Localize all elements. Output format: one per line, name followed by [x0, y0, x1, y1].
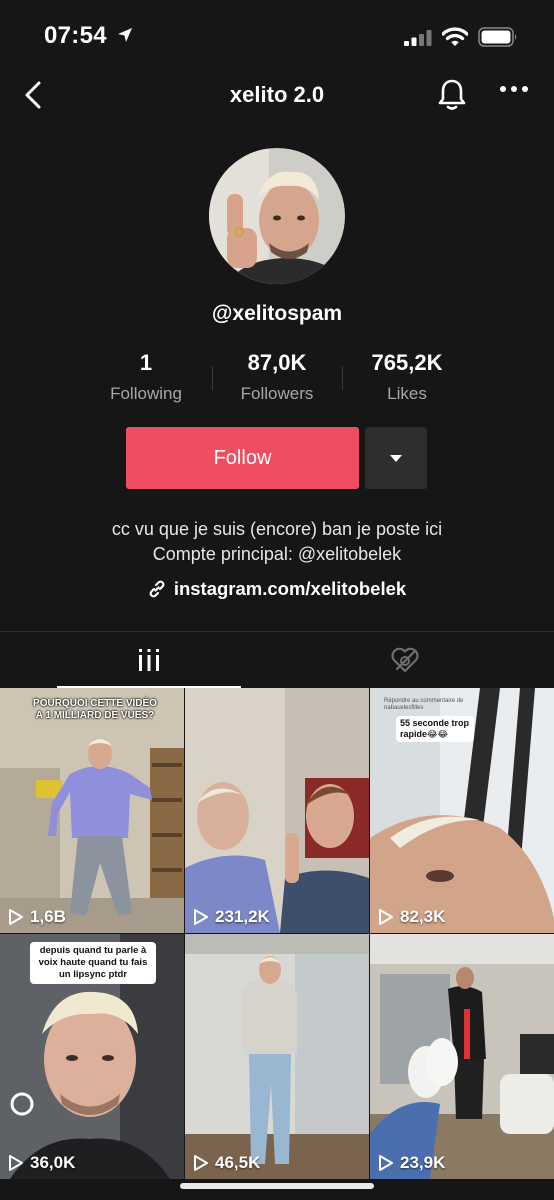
video-thumbnail[interactable]: depuis quand tu parle à voix haute quand…	[0, 934, 184, 1179]
link-text: instagram.com/xelitobelek	[173, 578, 407, 599]
tab-liked-private[interactable]	[313, 632, 497, 688]
play-icon	[379, 909, 393, 925]
view-count: 82,3K	[378, 907, 445, 927]
status-bar: 07:54	[0, 0, 554, 70]
video-caption: POURQUOI CETTE VIDÉO A 1 MILLIARD DE VUE…	[33, 698, 157, 721]
video-thumbnail[interactable]: Répondre au commentaire de nabauxlesfill…	[370, 688, 554, 933]
video-thumbnail[interactable]: POURQUOI CETTE VIDÉO A 1 MILLIARD DE VUE…	[0, 688, 184, 933]
profile-link[interactable]: instagram.com/xelitobelek	[0, 578, 554, 600]
view-count-text: 23,9K	[400, 1153, 446, 1172]
stat-label: Following	[110, 384, 182, 403]
view-count: 46,5K	[193, 1153, 260, 1173]
page-title: xelito 2.0	[229, 82, 325, 107]
profile-username: @xelitospam	[211, 302, 343, 325]
view-count-text: 82,3K	[400, 907, 446, 926]
view-count-text: 46,5K	[215, 1153, 261, 1172]
caret-down-icon	[390, 454, 402, 462]
stat-label: Likes	[387, 384, 427, 403]
stat-following[interactable]: 1 Following	[81, 350, 211, 404]
video-caption-reply: Répondre au commentaire de nabauxlesfill…	[384, 698, 464, 711]
location-arrow-icon	[118, 28, 132, 42]
videos-grid-icon	[139, 649, 159, 671]
avatar[interactable]	[209, 148, 345, 284]
battery-icon	[478, 27, 517, 47]
stat-value: 1	[139, 350, 153, 375]
tab-videos[interactable]	[57, 632, 241, 688]
bio-line: cc vu que je suis (encore) ban je poste …	[111, 519, 443, 539]
stat-likes[interactable]: 765,2K Likes	[342, 350, 472, 404]
link-icon	[149, 580, 165, 598]
follow-button[interactable]: Follow	[126, 427, 359, 489]
stat-value: 87,0K	[247, 350, 307, 375]
bio-line: Compte principal: @xelitobelek	[152, 544, 402, 564]
stat-followers[interactable]: 87,0K Followers	[212, 350, 342, 404]
view-count: 1,6B	[8, 907, 66, 927]
view-count: 231,2K	[193, 907, 270, 927]
play-icon	[379, 1155, 393, 1171]
video-thumbnail[interactable]: 231,2K	[185, 688, 369, 933]
view-count: 36,0K	[8, 1153, 75, 1173]
play-icon	[194, 1155, 208, 1171]
stat-value: 765,2K	[371, 350, 443, 375]
video-thumbnail[interactable]: 46,5K	[185, 934, 369, 1179]
suggested-accounts-button[interactable]	[365, 427, 427, 489]
play-icon	[194, 909, 208, 925]
more-options-icon[interactable]	[499, 84, 529, 94]
wifi-icon	[442, 27, 468, 46]
profile-bio: cc vu que je suis (encore) ban je poste …	[0, 517, 554, 567]
status-time: 07:54	[44, 22, 107, 49]
liked-hidden-icon	[391, 647, 419, 673]
home-indicator[interactable]	[180, 1183, 374, 1189]
view-count: 23,9K	[378, 1153, 445, 1173]
video-caption: 55 seconde trop rapide😂😂	[396, 716, 474, 742]
view-count-text: 231,2K	[215, 907, 270, 926]
signal-icon	[404, 30, 432, 46]
notification-bell-icon[interactable]	[437, 78, 467, 112]
video-caption: depuis quand tu parle à voix haute quand…	[30, 942, 156, 984]
play-icon	[9, 909, 23, 925]
content-tabs	[0, 631, 554, 688]
play-icon	[9, 1155, 23, 1171]
view-count-text: 1,6B	[30, 907, 66, 926]
stat-label: Followers	[240, 384, 314, 403]
profile-stats: 1 Following 87,0K Followers 765,2K Likes	[0, 350, 554, 410]
view-count-text: 36,0K	[30, 1153, 76, 1172]
video-thumbnail[interactable]: 23,9K	[370, 934, 554, 1179]
nav-bar: xelito 2.0	[0, 70, 554, 120]
